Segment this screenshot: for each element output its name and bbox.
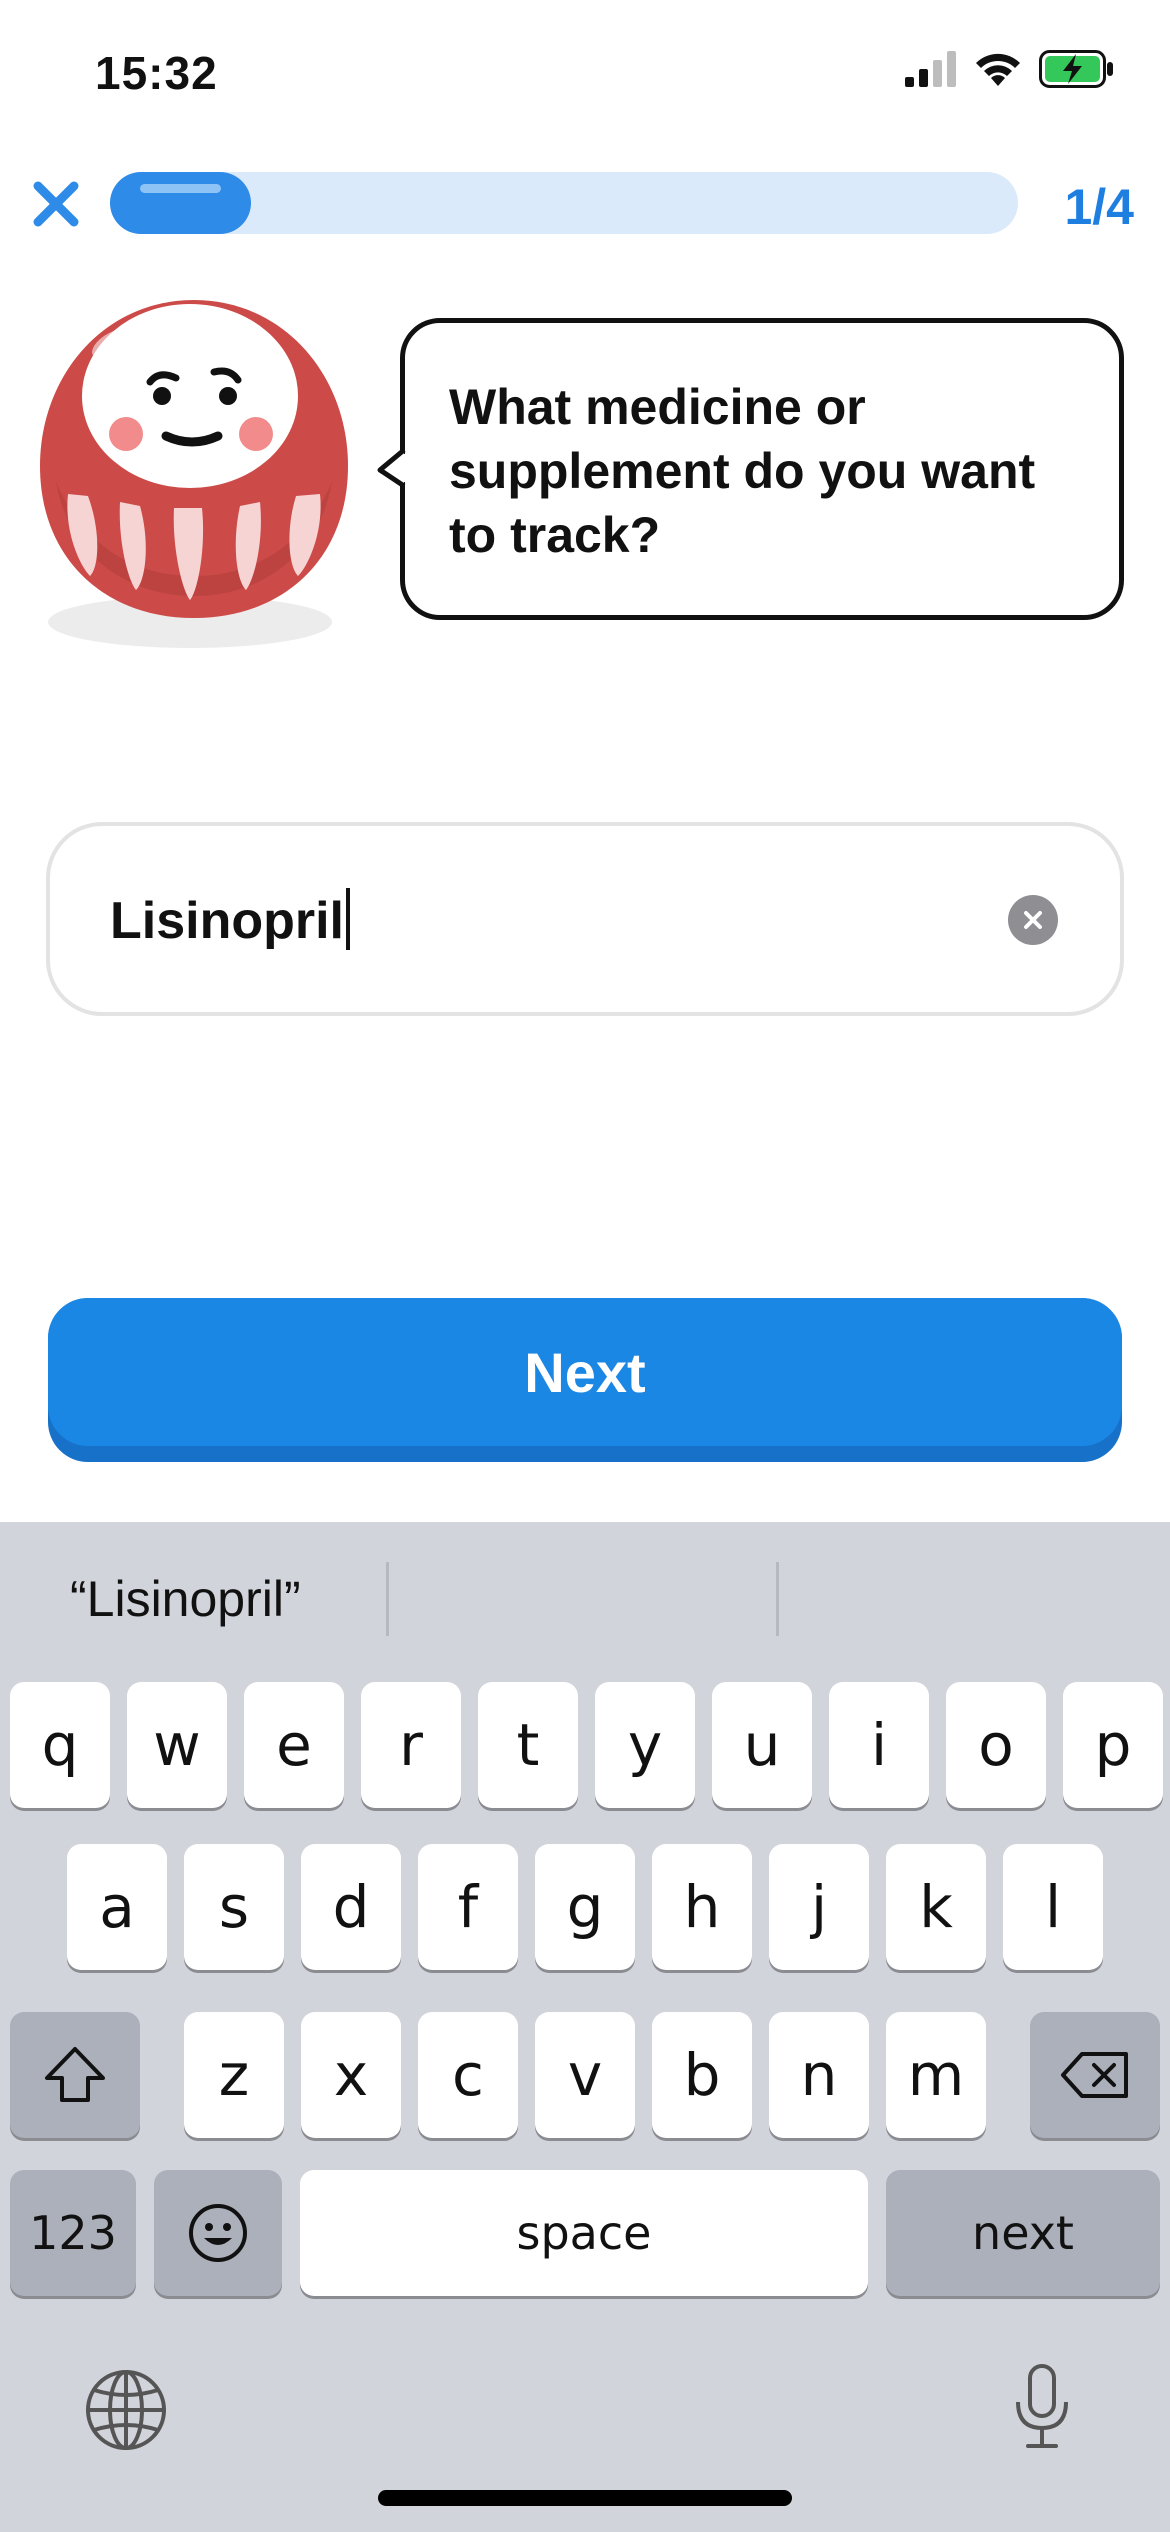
key-q[interactable]: q: [10, 1682, 110, 1808]
globe-icon: [86, 2370, 166, 2450]
key-x[interactable]: x: [301, 2012, 401, 2138]
key-f[interactable]: f: [418, 1844, 518, 1970]
input-value[interactable]: Lisinopril: [110, 888, 350, 951]
close-button[interactable]: [28, 176, 84, 232]
suggestion-item[interactable]: “Lisinopril”: [70, 1570, 301, 1628]
microphone-icon: [1016, 2364, 1068, 2448]
key-b[interactable]: b: [652, 2012, 752, 2138]
progress-step-count: 1/4: [1064, 179, 1134, 235]
key-y[interactable]: y: [595, 1682, 695, 1808]
home-indicator: [378, 2490, 792, 2506]
key-c[interactable]: c: [418, 2012, 518, 2138]
input-text: Lisinopril: [110, 892, 344, 950]
progress-bar: [110, 172, 1018, 234]
speech-bubble-tail: [377, 448, 416, 488]
key-a[interactable]: a: [67, 1844, 167, 1970]
key-r[interactable]: r: [361, 1682, 461, 1808]
keyboard: “Lisinopril” 123 space next q w e r t y …: [0, 1522, 1170, 2532]
next-button-label: Next: [524, 1340, 646, 1404]
clear-icon: [1024, 911, 1042, 929]
battery-charging-icon: [1039, 50, 1113, 88]
cellular-signal-icon: [905, 51, 956, 87]
next-button[interactable]: Next: [48, 1298, 1122, 1462]
key-n[interactable]: n: [769, 2012, 869, 2138]
emoji-icon: [189, 2204, 247, 2262]
shift-key[interactable]: [10, 2012, 140, 2138]
key-m[interactable]: m: [886, 2012, 986, 2138]
status-icons: [905, 50, 1115, 88]
key-w[interactable]: w: [127, 1682, 227, 1808]
text-caret: [346, 888, 350, 950]
dictation-key[interactable]: [1012, 2362, 1072, 2452]
key-g[interactable]: g: [535, 1844, 635, 1970]
key-z[interactable]: z: [184, 2012, 284, 2138]
key-u[interactable]: u: [712, 1682, 812, 1808]
medicine-name-input[interactable]: Lisinopril: [46, 822, 1124, 1016]
globe-key[interactable]: [84, 2368, 168, 2452]
emoji-key[interactable]: [154, 2170, 282, 2296]
key-j[interactable]: j: [769, 1844, 869, 1970]
key-t[interactable]: t: [478, 1682, 578, 1808]
key-p[interactable]: p: [1063, 1682, 1163, 1808]
suggestion-divider: [386, 1562, 389, 1636]
close-icon: [33, 181, 79, 227]
key-l[interactable]: l: [1003, 1844, 1103, 1970]
prompt-question: What medicine or supplement do you want …: [449, 379, 1036, 563]
progress-shine: [140, 184, 221, 193]
space-key[interactable]: space: [300, 2170, 868, 2296]
return-key[interactable]: next: [886, 2170, 1160, 2296]
key-v[interactable]: v: [535, 2012, 635, 2138]
status-bar: 15:32: [0, 0, 1170, 150]
progress-fill: [110, 172, 251, 234]
daruma-mascot: [34, 296, 354, 656]
key-e[interactable]: e: [244, 1682, 344, 1808]
suggestion-bar: “Lisinopril”: [0, 1522, 1170, 1678]
suggestion-divider: [776, 1562, 779, 1636]
key-k[interactable]: k: [886, 1844, 986, 1970]
clear-input-button[interactable]: [1008, 895, 1058, 945]
key-s[interactable]: s: [184, 1844, 284, 1970]
key-d[interactable]: d: [301, 1844, 401, 1970]
shift-icon: [45, 2047, 105, 2102]
numbers-key[interactable]: 123: [10, 2170, 136, 2296]
backspace-icon: [1061, 2052, 1128, 2098]
status-time: 15:32: [95, 47, 218, 99]
key-h[interactable]: h: [652, 1844, 752, 1970]
speech-bubble: What medicine or supplement do you want …: [400, 318, 1124, 620]
wifi-icon: [976, 53, 1020, 86]
backspace-key[interactable]: [1030, 2012, 1160, 2138]
key-o[interactable]: o: [946, 1682, 1046, 1808]
key-i[interactable]: i: [829, 1682, 929, 1808]
